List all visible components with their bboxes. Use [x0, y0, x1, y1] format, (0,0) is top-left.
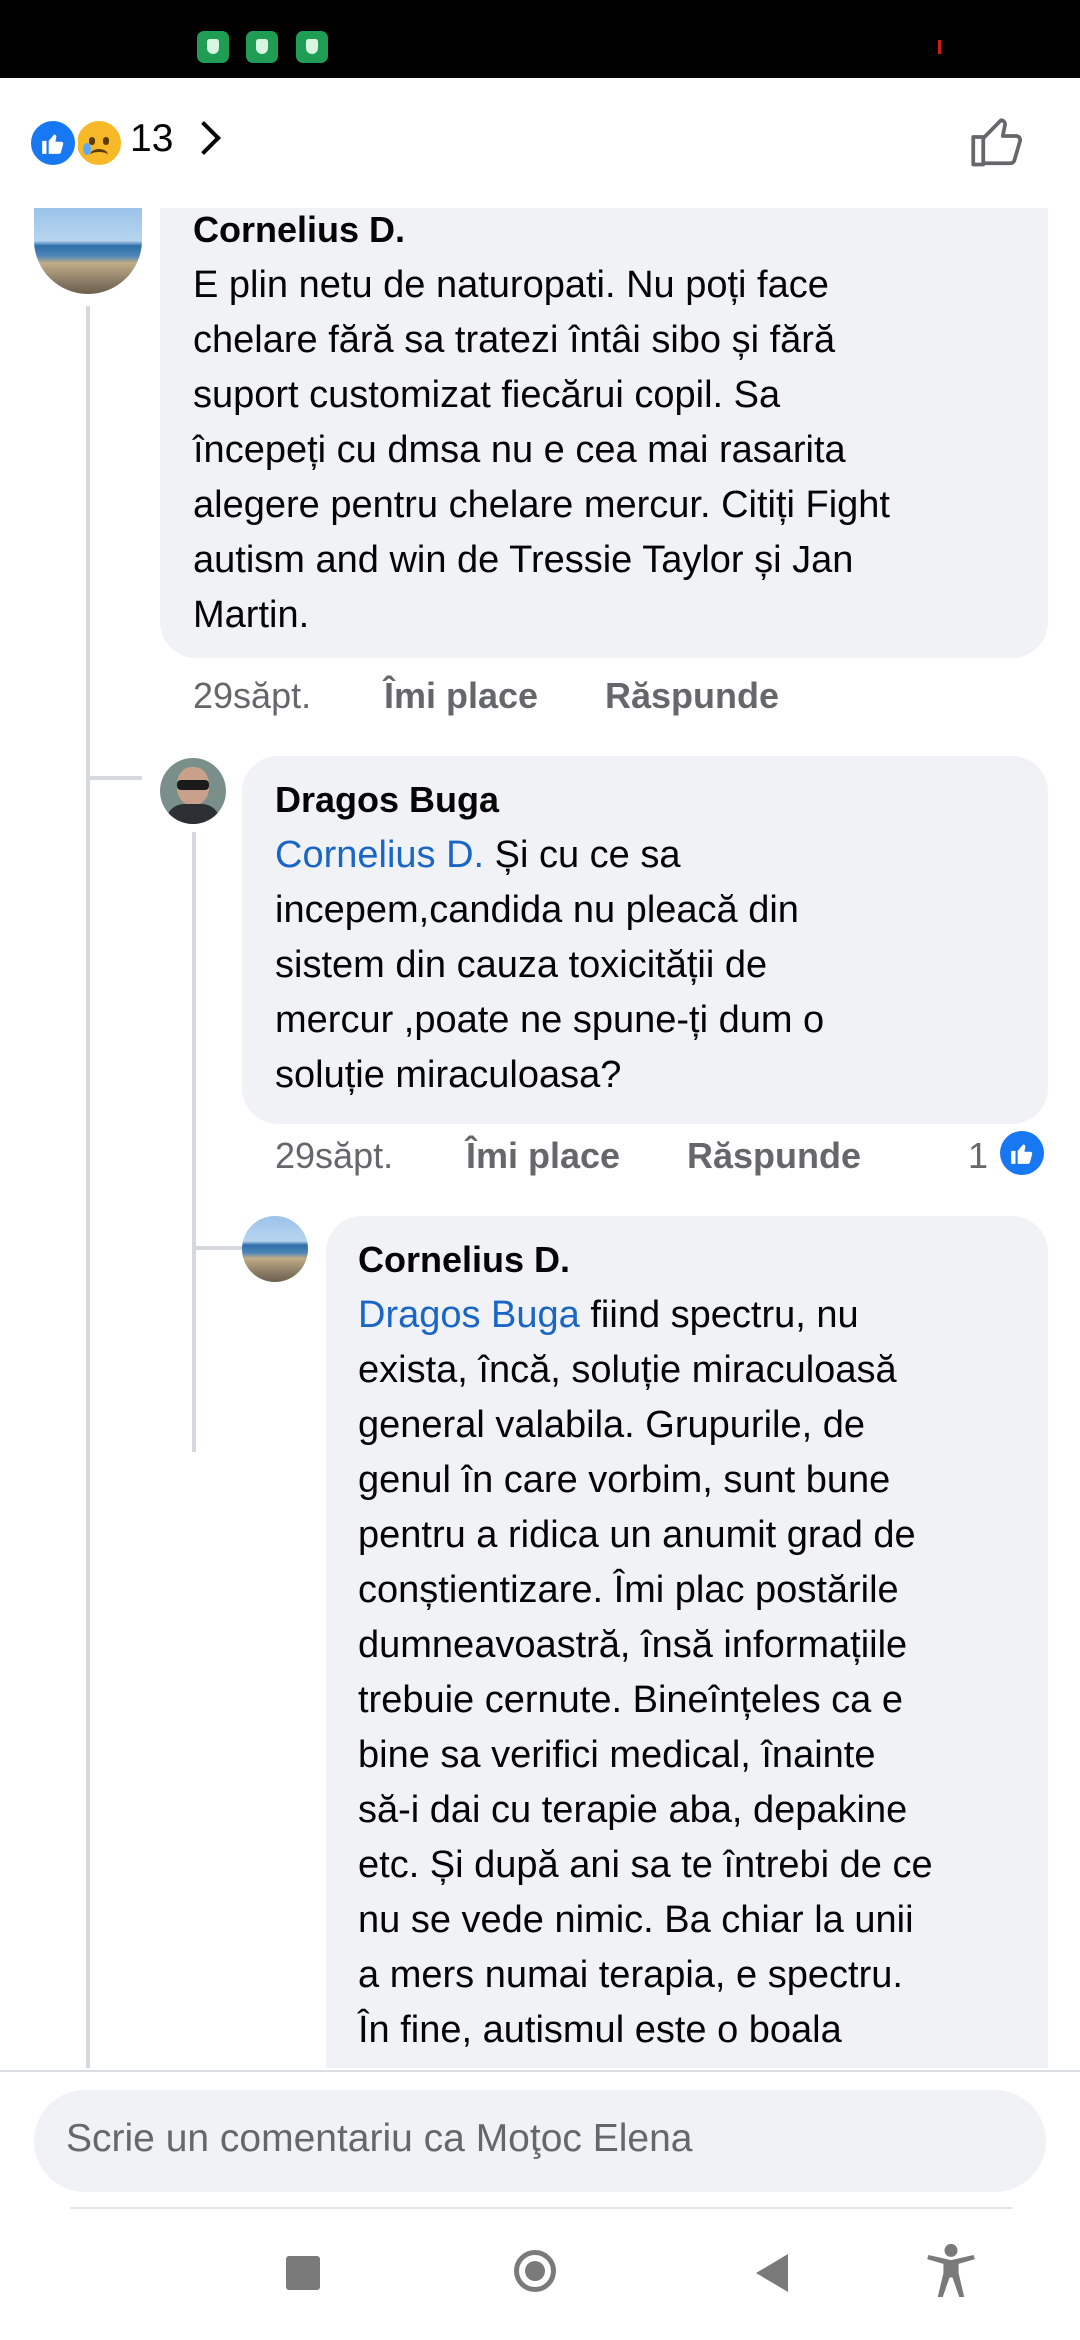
reaction-count[interactable]: 13	[130, 117, 173, 161]
shield-icon	[197, 31, 229, 63]
like-reaction-icon[interactable]	[28, 118, 78, 168]
back-icon[interactable]	[756, 2254, 788, 2292]
comment-author[interactable]: Cornelius D.	[193, 208, 405, 252]
avatar[interactable]	[160, 758, 226, 824]
avatar[interactable]	[34, 208, 142, 294]
comment-time: 29săpt.	[275, 1135, 394, 1176]
sad-reaction-icon[interactable]	[74, 118, 124, 168]
thread-line	[86, 776, 142, 780]
divider	[0, 2070, 1080, 2072]
status-bar	[0, 0, 1080, 78]
home-icon[interactable]	[514, 2250, 556, 2292]
comment-text: E plin netu de naturopati. Nu poți face …	[193, 264, 890, 636]
comment-author[interactable]: Cornelius D.	[358, 1238, 570, 1282]
mention-link[interactable]: Cornelius D.	[275, 834, 484, 876]
comment-input[interactable]: Scrie un comentariu ca Moţoc Elena	[34, 2090, 1046, 2192]
comment-input-placeholder: Scrie un comentariu ca Moţoc Elena	[66, 2117, 693, 2160]
like-count[interactable]: 1	[968, 1135, 988, 1177]
thread-line	[192, 832, 196, 1452]
accessibility-icon[interactable]	[925, 2242, 977, 2305]
like-link[interactable]: Îmi place	[466, 1135, 620, 1177]
thread-line	[192, 1246, 242, 1250]
comment-time: 29săpt.	[193, 675, 312, 716]
recents-icon[interactable]	[286, 2256, 320, 2290]
comment-author[interactable]: Dragos Buga	[275, 778, 499, 822]
thread-line	[86, 306, 90, 2068]
comments-thread: Cornelius D. E plin netu de naturopati. …	[0, 208, 1080, 2068]
reply-link[interactable]: Răspunde	[605, 675, 779, 717]
thumbs-up-outline-icon[interactable]	[966, 112, 1028, 177]
shield-icon	[246, 31, 278, 63]
divider	[70, 2207, 1012, 2209]
status-indicator	[938, 40, 941, 54]
like-reaction-icon[interactable]	[1000, 1131, 1044, 1175]
reply-link[interactable]: Răspunde	[687, 1135, 861, 1177]
mention-link[interactable]: Dragos Buga	[358, 1294, 580, 1336]
comment-text: Cornelius D. Și cu ce sa incepem,candida…	[275, 834, 825, 1096]
avatar[interactable]	[242, 1216, 308, 1282]
comment-text: Dragos Buga fiind spectru, nu exista, în…	[358, 1294, 933, 2051]
like-link[interactable]: Îmi place	[384, 675, 538, 717]
shield-icon	[296, 31, 328, 63]
